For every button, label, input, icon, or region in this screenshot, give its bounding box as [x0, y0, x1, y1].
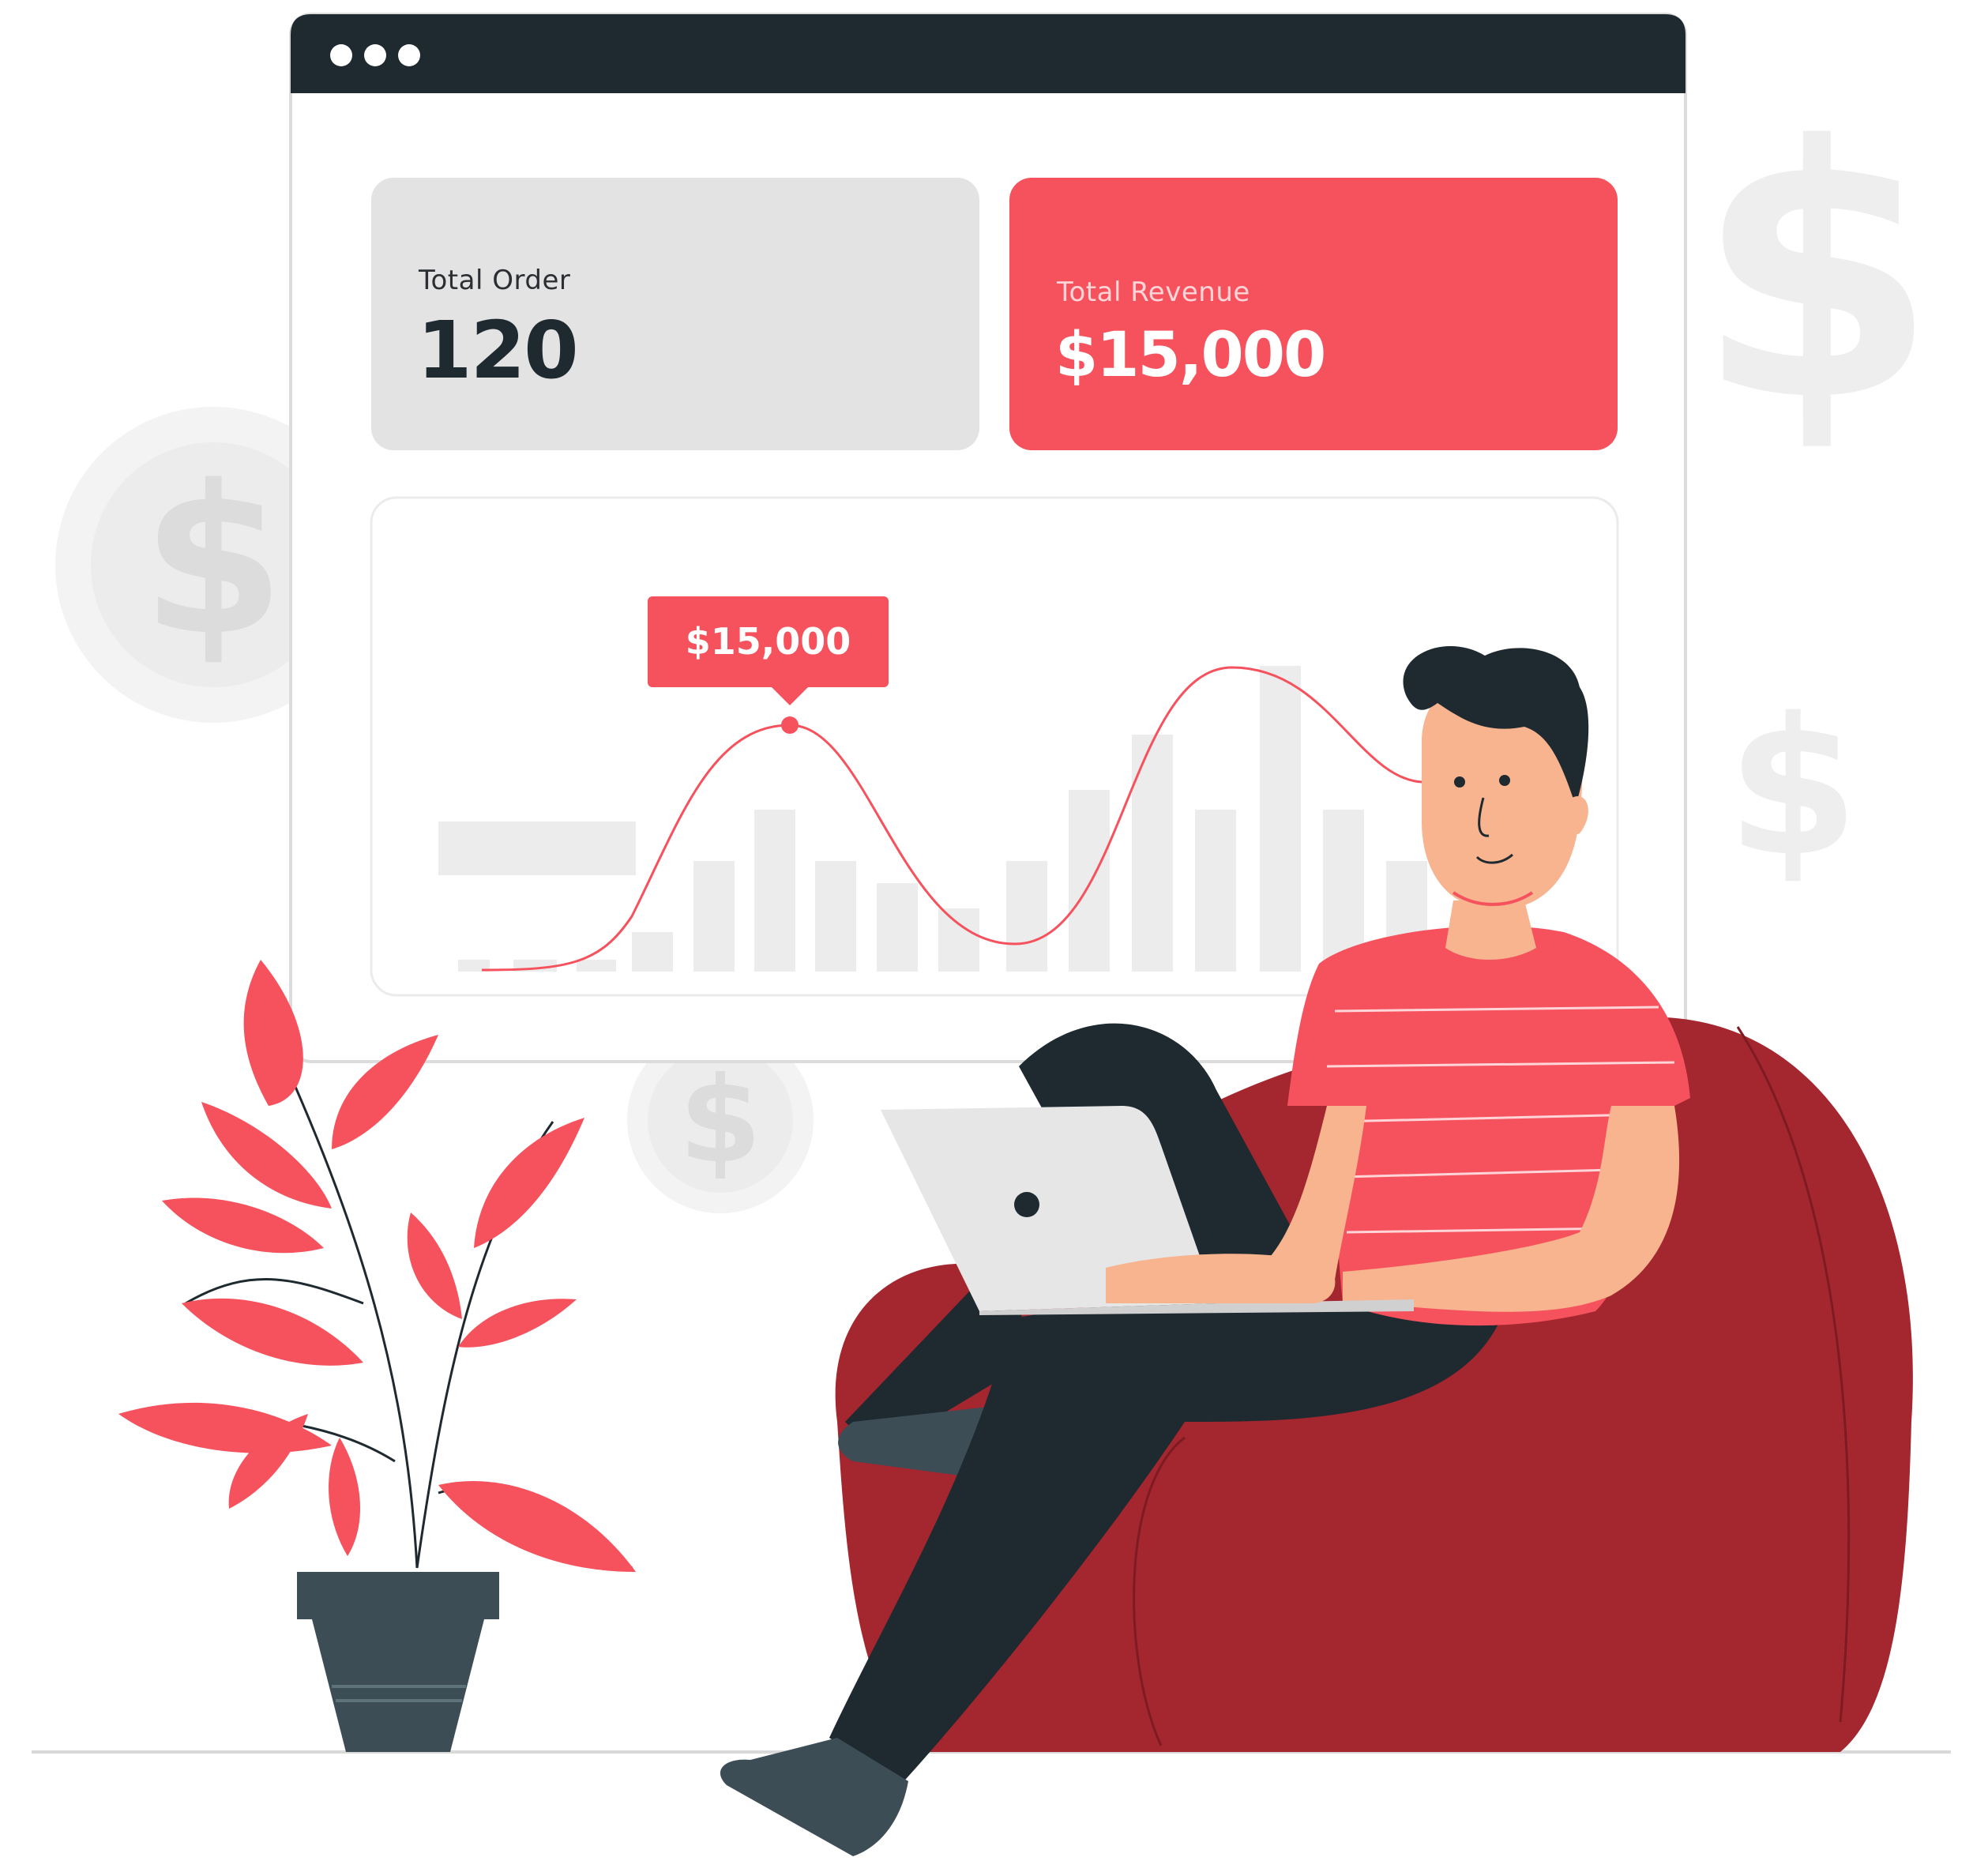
total-revenue-label: Total Revenue [1057, 276, 1250, 308]
total-revenue-card: Total Revenue $15,000 [1009, 178, 1618, 450]
chart-bar [1132, 735, 1173, 972]
chart-bar [1260, 666, 1301, 972]
window-dot-3 [398, 44, 420, 66]
window-dot-2 [364, 44, 386, 66]
chart-bar [632, 932, 673, 972]
chart-highlight-point [781, 716, 799, 734]
plant-pot-rim [297, 1572, 499, 1619]
dashboard-illustration: $ $ $ $ $ $ $ $ [32, 13, 1951, 1856]
total-order-label: Total Order [419, 265, 571, 296]
chart-bar [877, 883, 918, 972]
chart-placeholder-box [438, 821, 636, 875]
dollar-sign-small-icon: $ [1727, 677, 1859, 898]
window-dot-1 [330, 44, 352, 66]
chart-bar [815, 861, 856, 972]
dollar-sign-large-icon: $ [1696, 73, 1937, 477]
chart-bar [754, 810, 795, 972]
total-order-card: Total Order 120 [371, 178, 979, 450]
svg-text:$: $ [679, 1052, 761, 1190]
total-revenue-value: $15,000 [1055, 320, 1326, 391]
svg-text:$: $ [142, 442, 285, 681]
chart-bar [1195, 810, 1236, 972]
chart-bar [1006, 861, 1047, 972]
chart-bar [1069, 790, 1110, 972]
chart-bar [577, 960, 616, 972]
chart-bar [693, 861, 735, 972]
potted-plant [118, 960, 636, 1752]
chart-tooltip: $15,000 [648, 596, 889, 687]
chart-bar [938, 908, 979, 972]
total-order-value: 120 [417, 304, 579, 397]
